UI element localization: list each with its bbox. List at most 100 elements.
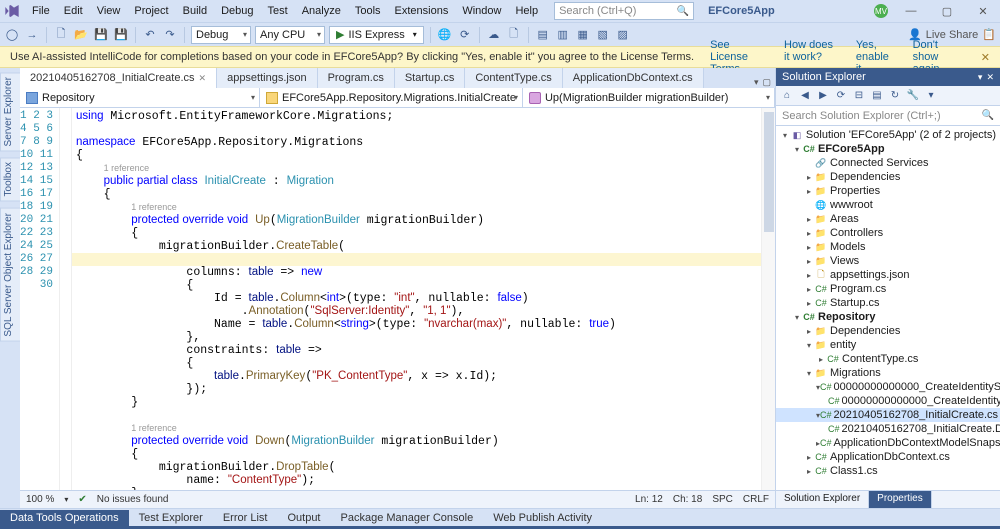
menu-debug[interactable]: Debug <box>215 3 259 19</box>
home-icon[interactable]: ⌂ <box>780 89 794 103</box>
document-tab[interactable]: ApplicationDbContext.cs <box>563 68 704 88</box>
document-tab[interactable]: ContentType.cs <box>465 68 562 88</box>
tree-node[interactable]: C#00000000000000_CreateIdentitySchema.De… <box>776 394 1000 408</box>
tree-node[interactable]: C#20210405162708_InitialCreate.Designer.… <box>776 422 1000 436</box>
tree-node[interactable]: ▾📁entity <box>776 338 1000 352</box>
platform-combo[interactable]: Any CPU <box>255 26 325 44</box>
save-all-icon[interactable]: 💾 <box>113 27 129 43</box>
refresh2-icon[interactable]: ↻ <box>888 89 902 103</box>
bottom-tab[interactable]: Error List <box>213 510 278 526</box>
document-tab[interactable]: Startup.cs <box>395 68 466 88</box>
tree-node[interactable]: ▸📁Areas <box>776 212 1000 226</box>
solution-tree[interactable]: ▾◧Solution 'EFCore5App' (2 of 2 projects… <box>776 126 1000 490</box>
tree-node[interactable]: ▸📁Dependencies <box>776 170 1000 184</box>
new-item-icon[interactable]: 🗋 <box>506 27 522 43</box>
redo-icon[interactable]: ↷ <box>162 27 178 43</box>
close-pane-icon[interactable]: ✕ <box>986 72 994 83</box>
menu-view[interactable]: View <box>91 3 127 19</box>
tree-node[interactable]: ▸📁Controllers <box>776 226 1000 240</box>
tree-node[interactable]: ▾C#20210405162708_InitialCreate.cs <box>776 408 1000 422</box>
misc2-icon[interactable]: ▥ <box>555 27 571 43</box>
tree-node[interactable]: ▸📁Properties <box>776 184 1000 198</box>
misc1-icon[interactable]: ▤ <box>535 27 551 43</box>
tree-node[interactable]: ▾C#EFCore5App <box>776 142 1000 156</box>
nav-member[interactable]: Up(MigrationBuilder migrationBuilder) <box>523 88 775 107</box>
pin-icon[interactable]: ▾ <box>978 72 983 83</box>
nav-namespace[interactable]: EFCore5App.Repository.Migrations.Initial… <box>260 88 523 107</box>
tabs-more-icon[interactable]: ▢ <box>762 77 771 88</box>
tree-node[interactable]: ▸C#Program.cs <box>776 282 1000 296</box>
fwd-icon[interactable]: ▶ <box>816 89 830 103</box>
misc3-icon[interactable]: ▦ <box>575 27 591 43</box>
refresh-icon[interactable]: ⟳ <box>457 27 473 43</box>
menu-tools[interactable]: Tools <box>349 3 387 19</box>
tree-node[interactable]: ▸C#Class1.cs <box>776 464 1000 478</box>
tree-node[interactable]: ▸C#ApplicationDbContext.cs <box>776 450 1000 464</box>
open-icon[interactable]: 📂 <box>73 27 89 43</box>
tree-node[interactable]: ▸C#Startup.cs <box>776 296 1000 310</box>
bottom-tab[interactable]: Output <box>277 510 330 526</box>
save-icon[interactable]: 💾 <box>93 27 109 43</box>
undo-icon[interactable]: ↶ <box>142 27 158 43</box>
collapse-icon[interactable]: ⊟ <box>852 89 866 103</box>
run-button[interactable]: ▶IIS Express▾ <box>329 26 424 44</box>
nav-project[interactable]: Repository <box>20 88 260 107</box>
menu-window[interactable]: Window <box>456 3 507 19</box>
tree-node[interactable]: ▾📁Migrations <box>776 366 1000 380</box>
side-tab[interactable]: Toolbox <box>0 157 20 201</box>
side-tab[interactable]: SQL Server Object Explorer <box>0 208 20 342</box>
tabs-pin-icon[interactable]: ▾ <box>754 77 759 88</box>
showall-icon[interactable]: ▤ <box>870 89 884 103</box>
tree-node[interactable]: ▸📁Models <box>776 240 1000 254</box>
tree-node[interactable]: ▸🗋appsettings.json <box>776 268 1000 282</box>
maximize-button[interactable]: ▢ <box>934 5 960 18</box>
menu-project[interactable]: Project <box>128 3 174 19</box>
config-combo[interactable]: Debug <box>191 26 251 44</box>
minimize-button[interactable]: — <box>898 5 924 17</box>
tree-node[interactable]: ▾C#00000000000000_CreateIdentitySchema.c… <box>776 380 1000 394</box>
menu-build[interactable]: Build <box>177 3 213 19</box>
infobar-close-icon[interactable]: ✕ <box>981 51 990 64</box>
document-tab[interactable]: 20210405162708_InitialCreate.cs✕ <box>20 68 217 88</box>
tree-node[interactable]: ▸📁Views <box>776 254 1000 268</box>
zoom-level[interactable]: 100 % <box>26 494 54 505</box>
bottom-tab[interactable]: Package Manager Console <box>331 510 484 526</box>
document-tab[interactable]: appsettings.json <box>217 68 318 88</box>
avatar[interactable]: MV <box>874 4 888 18</box>
tree-node[interactable]: ▸C#ApplicationDbContextModelSnapshot.cs <box>776 436 1000 450</box>
misc4-icon[interactable]: ▧ <box>595 27 611 43</box>
code-area[interactable]: 1 2 3 4 5 6 7 8 9 10 11 12 13 14 15 16 1… <box>20 108 775 490</box>
menu-help[interactable]: Help <box>509 3 544 19</box>
tab-properties[interactable]: Properties <box>869 491 932 508</box>
menu-edit[interactable]: Edit <box>58 3 89 19</box>
tree-root[interactable]: ▾◧Solution 'EFCore5App' (2 of 2 projects… <box>776 128 1000 142</box>
search-input[interactable]: Search (Ctrl+Q) 🔍 <box>554 2 694 20</box>
solution-search[interactable]: Search Solution Explorer (Ctrl+;) 🔍 <box>776 106 1000 126</box>
bottom-tab[interactable]: Web Publish Activity <box>483 510 602 526</box>
tab-solution-explorer[interactable]: Solution Explorer <box>776 491 869 508</box>
close-button[interactable]: ✕ <box>970 5 996 18</box>
nav-fwd-icon[interactable]: → <box>24 27 40 43</box>
minimap[interactable] <box>761 108 775 490</box>
cloud-icon[interactable]: ☁ <box>486 27 502 43</box>
sync-icon[interactable]: ⟳ <box>834 89 848 103</box>
tree-node[interactable]: ▸C#ContentType.cs <box>776 352 1000 366</box>
properties-icon[interactable]: 🔧 <box>906 89 920 103</box>
document-tab[interactable]: Program.cs <box>318 68 395 88</box>
nav-back-icon[interactable]: ◯ <box>4 27 20 43</box>
misc5-icon[interactable]: ▨ <box>615 27 631 43</box>
tree-node[interactable]: 🌐wwwroot <box>776 198 1000 212</box>
browser-icon[interactable]: 🌐 <box>437 27 453 43</box>
side-tab[interactable]: Server Explorer <box>0 72 20 151</box>
tab-close-icon[interactable]: ✕ <box>199 73 207 84</box>
view-icon[interactable]: ▾ <box>924 89 938 103</box>
new-icon[interactable]: 🗋 <box>53 27 69 43</box>
back-icon[interactable]: ◀ <box>798 89 812 103</box>
code-text[interactable]: using Microsoft.EntityFrameworkCore.Migr… <box>72 108 761 490</box>
tree-node[interactable]: 🔗Connected Services <box>776 156 1000 170</box>
bottom-tab[interactable]: Test Explorer <box>129 510 213 526</box>
tree-node[interactable]: ▾C#Repository <box>776 310 1000 324</box>
menu-analyze[interactable]: Analyze <box>296 3 347 19</box>
menu-file[interactable]: File <box>26 3 56 19</box>
menu-test[interactable]: Test <box>262 3 294 19</box>
